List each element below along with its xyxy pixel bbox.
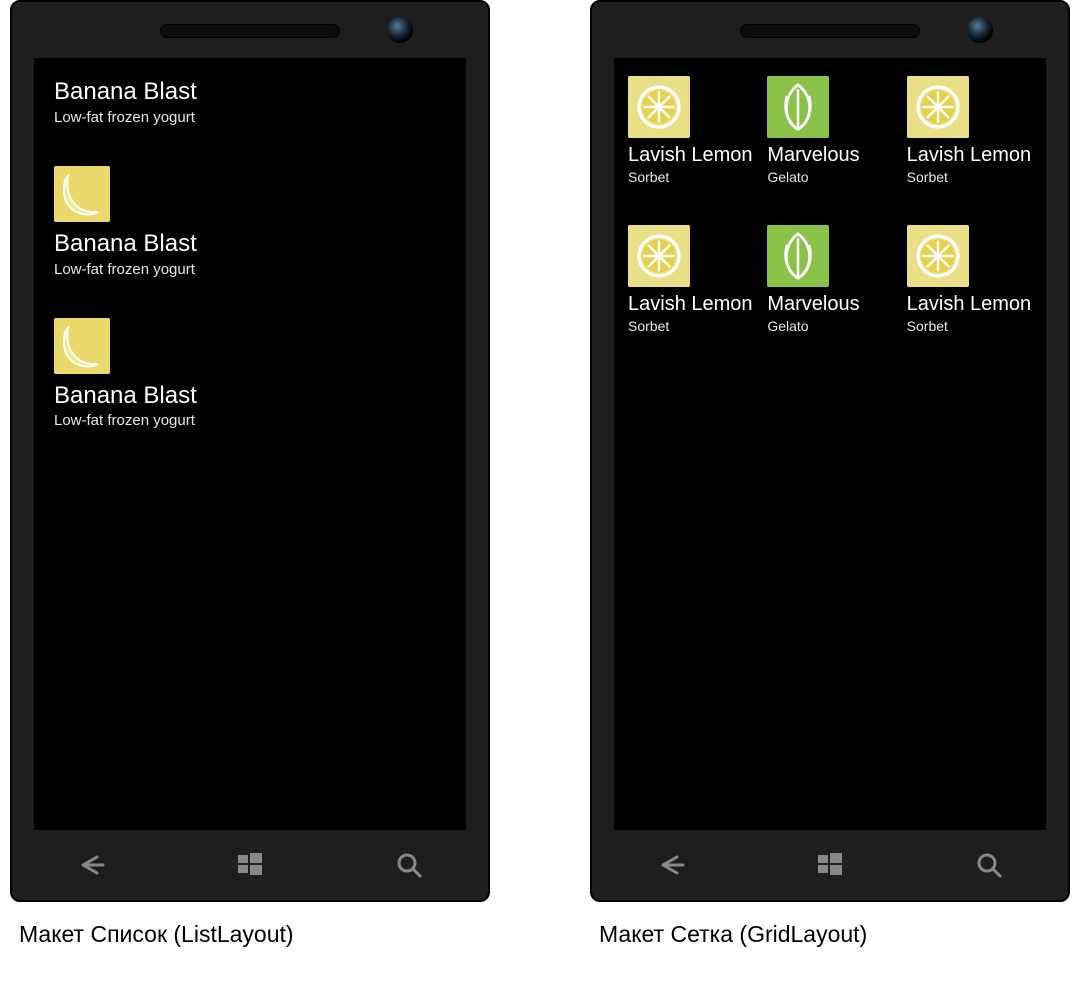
- grid-item-title: Lavish Lemon: [907, 144, 1032, 167]
- list-item-subtitle: Low-fat frozen yogurt: [54, 412, 446, 429]
- phone-list-layout: Banana Blast Low-fat frozen yogurt Banan…: [10, 0, 490, 902]
- search-icon: [975, 851, 1003, 879]
- front-camera: [967, 17, 993, 43]
- windows-icon: [236, 851, 264, 879]
- speaker-grille: [160, 24, 340, 38]
- back-button[interactable]: [651, 845, 691, 885]
- caption-text: Макет Сетка (GridLayout): [599, 921, 1061, 948]
- grid-item[interactable]: Lavish Lemon Sorbet: [628, 76, 753, 185]
- grid-item-title: Lavish Lemon: [628, 293, 753, 316]
- grid-item[interactable]: Lavish Lemon Sorbet: [907, 76, 1032, 185]
- screen-list: Banana Blast Low-fat frozen yogurt Banan…: [34, 58, 466, 830]
- grid-item-subtitle: Gelato: [767, 318, 892, 334]
- list-item-title: Banana Blast: [54, 382, 446, 411]
- list-item-title: Banana Blast: [54, 230, 446, 259]
- caption-text: Макет Список (ListLayout): [19, 921, 481, 948]
- phone-top: [12, 2, 488, 58]
- leaf-icon: [767, 225, 829, 287]
- caption-grid: Макет Сетка (GridLayout): [590, 902, 1070, 989]
- grid-item-title: Lavish Lemon: [628, 144, 753, 167]
- search-button[interactable]: [389, 845, 429, 885]
- grid-item-title: Marvelous: [767, 144, 892, 167]
- lemon-icon: [628, 225, 690, 287]
- grid-item[interactable]: Lavish Lemon Sorbet: [907, 225, 1032, 334]
- lemon-icon: [907, 76, 969, 138]
- grid-item[interactable]: Marvelous Gelato: [767, 76, 892, 185]
- lemon-icon: [907, 225, 969, 287]
- start-button[interactable]: [810, 845, 850, 885]
- search-icon: [395, 851, 423, 879]
- back-icon: [657, 851, 685, 879]
- list-view[interactable]: Banana Blast Low-fat frozen yogurt Banan…: [34, 58, 466, 489]
- search-button[interactable]: [969, 845, 1009, 885]
- front-camera: [387, 17, 413, 43]
- nav-bar: [592, 830, 1068, 900]
- nav-bar: [12, 830, 488, 900]
- back-icon: [77, 851, 105, 879]
- caption-list: Макет Список (ListLayout): [10, 902, 490, 989]
- grid-item[interactable]: Marvelous Gelato: [767, 225, 892, 334]
- grid-item-subtitle: Sorbet: [907, 169, 1032, 185]
- list-item[interactable]: Banana Blast Low-fat frozen yogurt: [54, 318, 446, 430]
- lemon-icon: [628, 76, 690, 138]
- list-item[interactable]: Banana Blast Low-fat frozen yogurt: [54, 78, 446, 126]
- grid-item-title: Marvelous: [767, 293, 892, 316]
- grid-item-subtitle: Gelato: [767, 169, 892, 185]
- grid-view[interactable]: Lavish Lemon Sorbet Marvelous Gelato Lav…: [614, 58, 1046, 352]
- back-button[interactable]: [71, 845, 111, 885]
- banana-icon: [54, 166, 110, 222]
- phone-top: [592, 2, 1068, 58]
- banana-icon: [54, 318, 110, 374]
- grid-item-subtitle: Sorbet: [628, 169, 753, 185]
- grid-item-subtitle: Sorbet: [907, 318, 1032, 334]
- leaf-icon: [767, 76, 829, 138]
- list-item-subtitle: Low-fat frozen yogurt: [54, 109, 446, 126]
- start-button[interactable]: [230, 845, 270, 885]
- screen-grid: Lavish Lemon Sorbet Marvelous Gelato Lav…: [614, 58, 1046, 830]
- grid-item-title: Lavish Lemon: [907, 293, 1032, 316]
- list-item-title: Banana Blast: [54, 78, 446, 107]
- speaker-grille: [740, 24, 920, 38]
- grid-item[interactable]: Lavish Lemon Sorbet: [628, 225, 753, 334]
- windows-icon: [816, 851, 844, 879]
- list-item-subtitle: Low-fat frozen yogurt: [54, 261, 446, 278]
- phone-grid-layout: Lavish Lemon Sorbet Marvelous Gelato Lav…: [590, 0, 1070, 902]
- list-item[interactable]: Banana Blast Low-fat frozen yogurt: [54, 166, 446, 278]
- grid-item-subtitle: Sorbet: [628, 318, 753, 334]
